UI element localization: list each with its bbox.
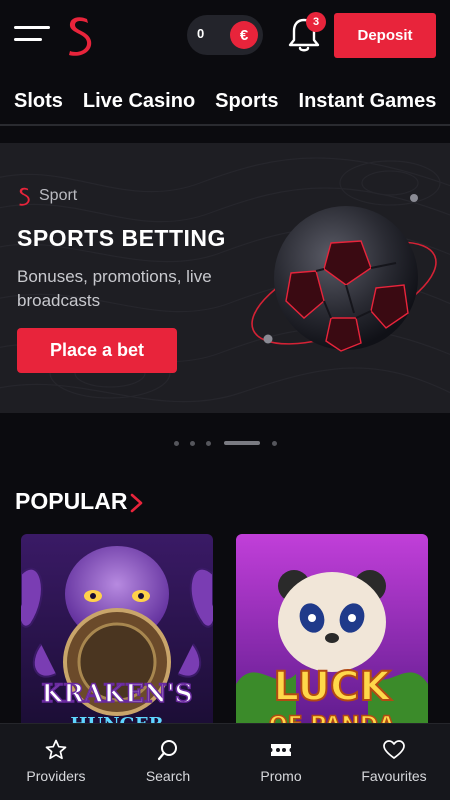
bottom-nav-label: Providers (26, 768, 86, 784)
nav-item-sports[interactable]: Sports (215, 80, 278, 124)
soccer-ball-illustration (251, 194, 437, 352)
bottom-nav-search[interactable]: Search (112, 724, 224, 800)
bottom-nav-bar: Providers Search Promo Favourites (0, 723, 450, 800)
bottom-nav-providers[interactable]: Providers (0, 724, 112, 800)
panda-title-line1: LUCK (274, 664, 393, 710)
deposit-button[interactable]: Deposit (334, 13, 436, 58)
top-header: 0 € 3 Deposit (0, 0, 450, 72)
promo-banner[interactable]: Sport SPORTS BETTING Bonuses, promotions… (0, 143, 450, 413)
nav-item-live-casino[interactable]: Live Casino (83, 80, 195, 124)
nav-divider (0, 124, 450, 126)
nav-item-instant-games[interactable]: Instant Games (299, 80, 437, 124)
balance-widget[interactable]: 0 € (187, 15, 263, 55)
kraken-game-art: KRAKEN'S HUNGER (21, 534, 213, 734)
banner-title: SPORTS BETTING (17, 225, 226, 251)
bottom-nav-label: Favourites (361, 768, 427, 784)
bottom-nav-favourites[interactable]: Favourites (338, 724, 450, 800)
game-card-luck-of-panda[interactable]: LUCK OF PANDA (236, 534, 428, 734)
balance-amount: 0 (197, 26, 205, 41)
carousel-dot[interactable] (174, 441, 179, 446)
notification-badge: 3 (306, 12, 326, 32)
brand-logo[interactable] (64, 14, 94, 56)
carousel-dot[interactable] (206, 441, 211, 446)
bottom-nav-label: Search (145, 768, 191, 784)
chevron-right-icon[interactable] (128, 492, 146, 514)
bottom-nav-label: Promo (260, 768, 302, 784)
carousel-dots (0, 438, 450, 448)
ticket-icon (271, 744, 291, 756)
carousel-dot-active[interactable] (224, 441, 260, 445)
place-bet-button[interactable]: Place a bet (17, 328, 177, 373)
kraken-title-line1: KRAKEN'S (41, 679, 192, 708)
brand-mini-logo (19, 187, 30, 206)
currency-badge: € (230, 21, 258, 49)
hamburger-menu-icon[interactable] (14, 26, 52, 46)
star-icon (45, 739, 67, 760)
bottom-nav-promo[interactable]: Promo (225, 724, 337, 800)
nav-item-slots[interactable]: Slots (14, 80, 63, 124)
banner-subtitle: Bonuses, promotions, live broadcasts (17, 267, 212, 310)
popular-section-title[interactable]: POPULAR (15, 488, 127, 515)
panda-game-art: LUCK OF PANDA (236, 534, 428, 734)
casino-home-page: 0 € 3 Deposit Slots Live Casino Sports I… (0, 0, 450, 800)
banner-tag-label: Sport (39, 187, 78, 204)
banner-tag: Sport (17, 183, 77, 209)
carousel-dot[interactable] (272, 441, 277, 446)
heart-icon (383, 740, 405, 759)
game-card-krakens-hunger[interactable]: KRAKEN'S HUNGER (21, 534, 213, 734)
carousel-dot[interactable] (190, 441, 195, 446)
category-nav: Slots Live Casino Sports Instant Games E (0, 80, 450, 124)
search-icon (157, 740, 177, 761)
